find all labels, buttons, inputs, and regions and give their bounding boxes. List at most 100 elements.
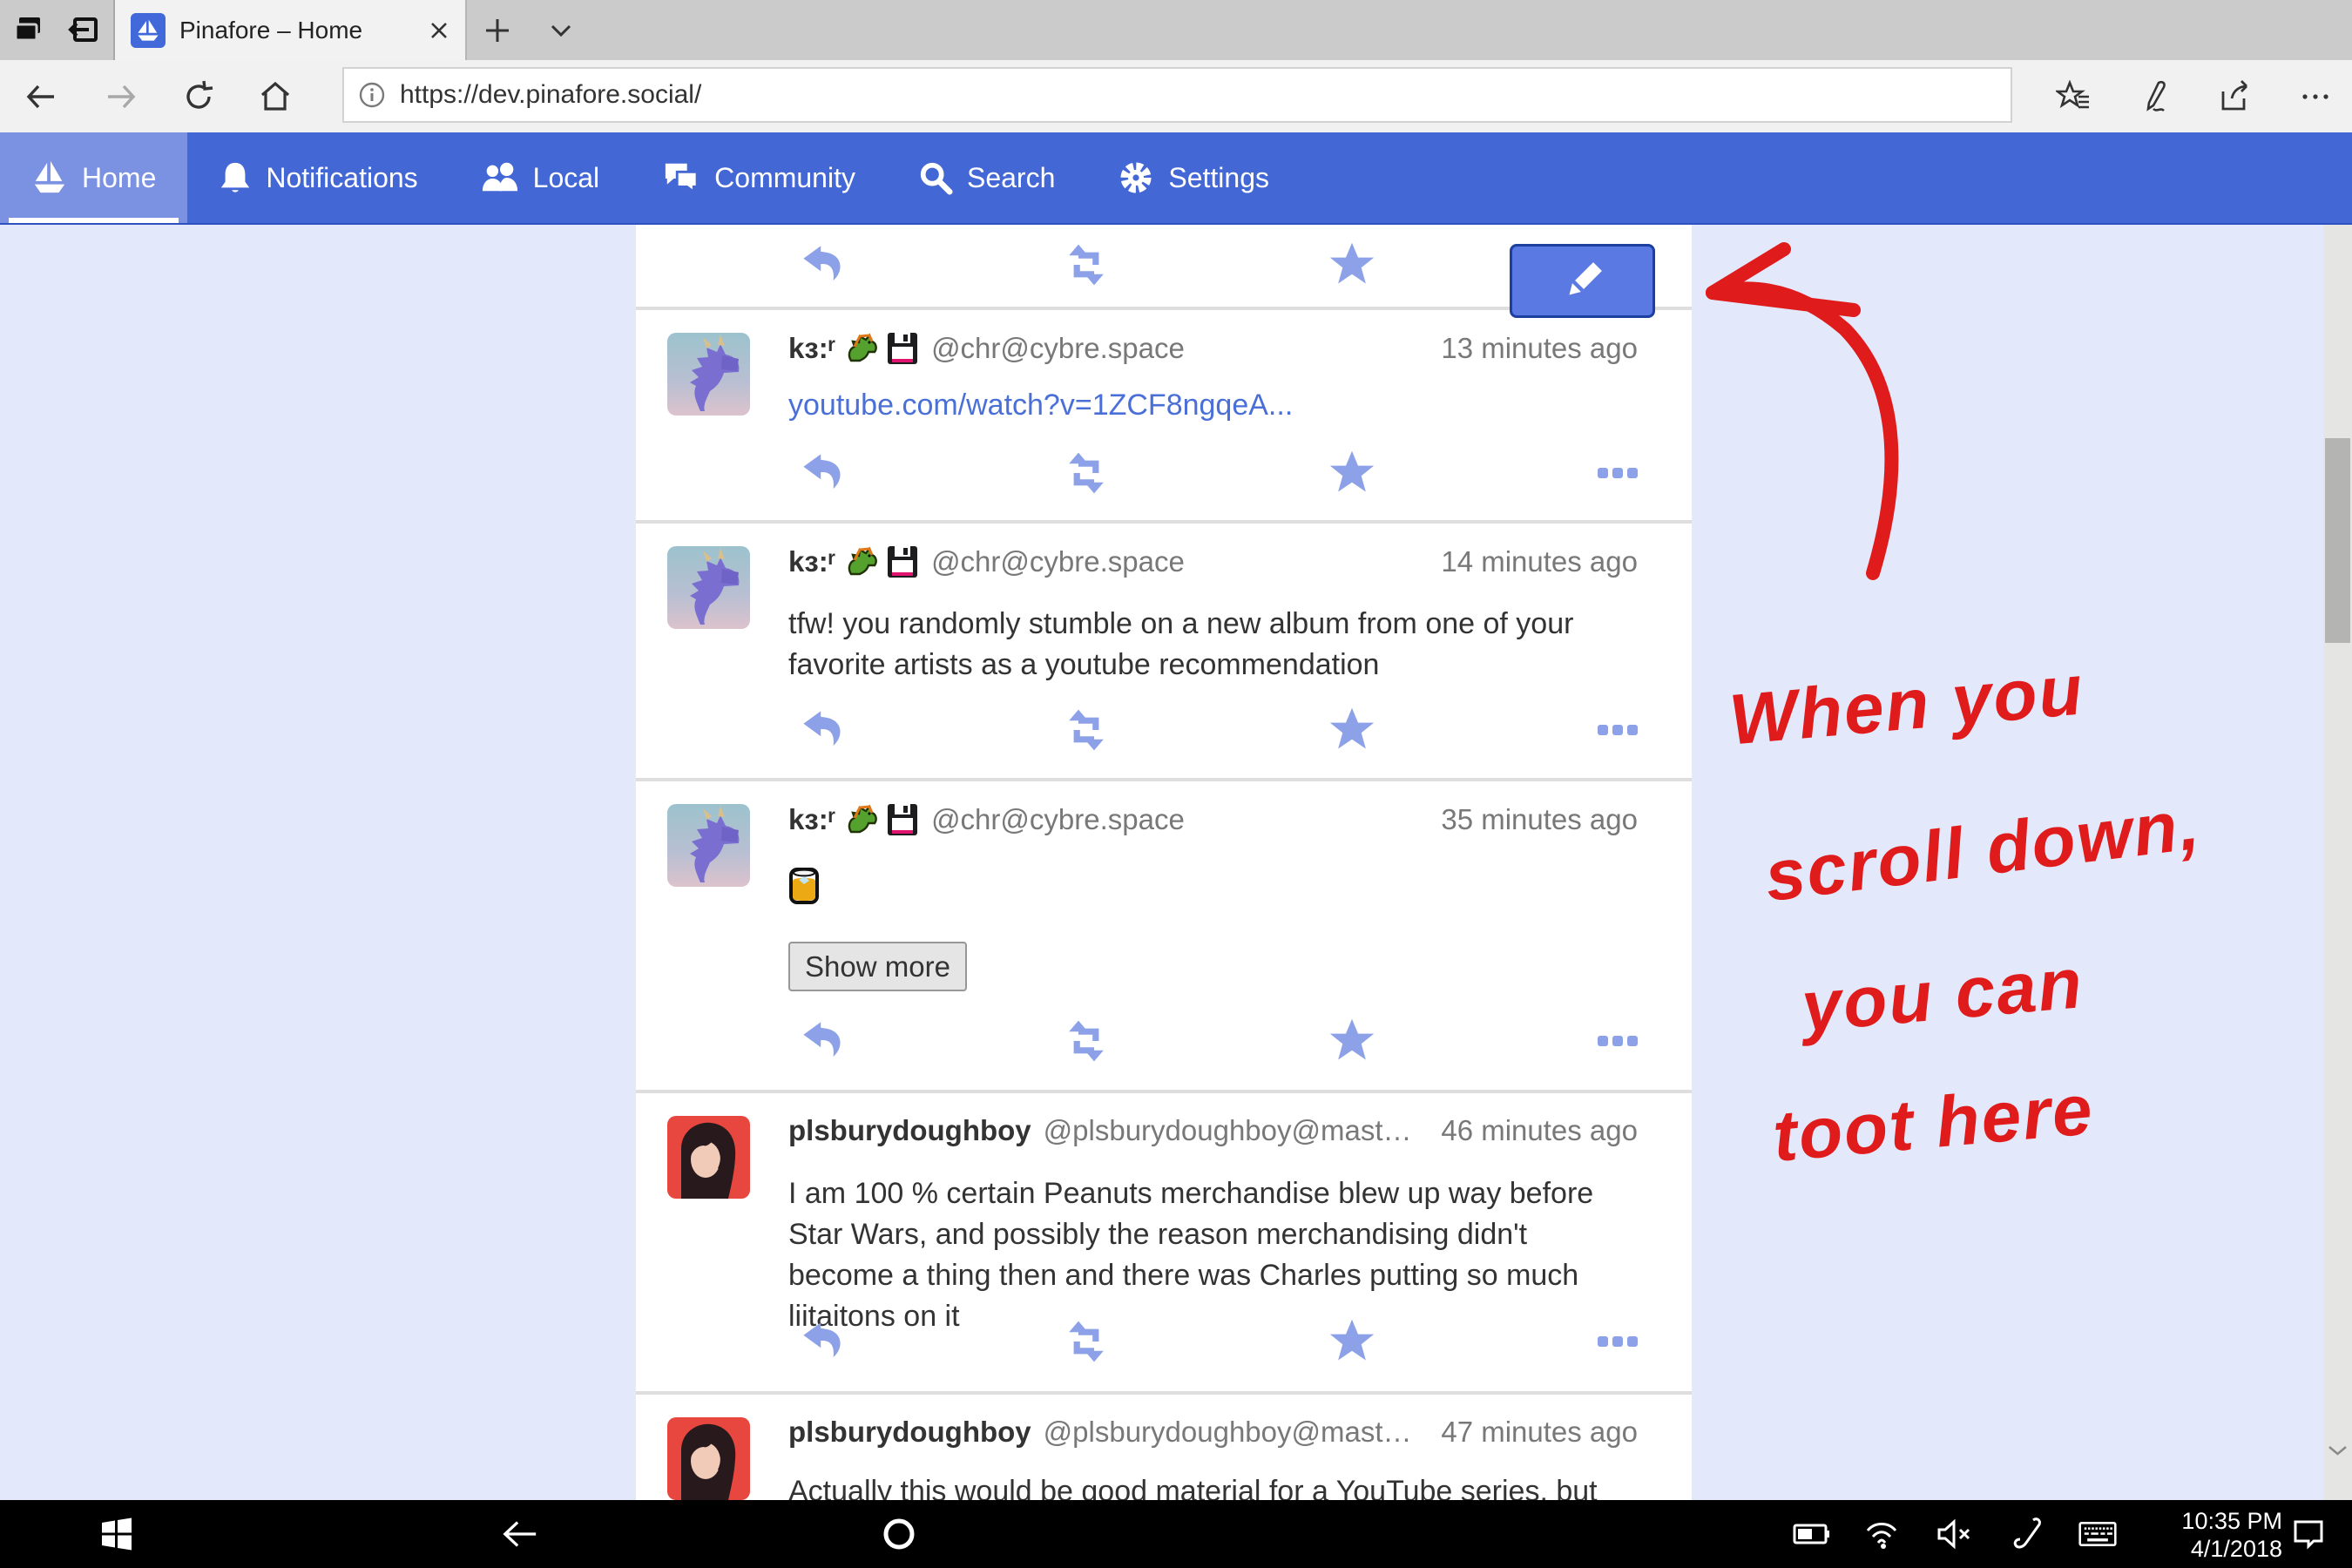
reply-button[interactable] [794, 1317, 850, 1366]
action-center-icon [2291, 1517, 2326, 1551]
display-name[interactable]: kɜ:ʳ [788, 545, 835, 578]
nav-item-search[interactable]: Search [887, 132, 1086, 223]
taskbar-clock[interactable]: 10:35 PM 4/1/2018 [2126, 1507, 2282, 1563]
avatar[interactable] [667, 1417, 750, 1500]
pinafore-favicon [131, 13, 166, 48]
volume-muted-tray-icon[interactable] [1936, 1515, 1974, 1553]
nav-item-settings[interactable]: Settings [1086, 132, 1301, 223]
avatar[interactable] [667, 333, 750, 416]
favorite-button[interactable] [1324, 1317, 1380, 1366]
action-center-button[interactable] [2289, 1515, 2328, 1553]
scrollbar-thumb[interactable] [2325, 438, 2350, 643]
back-button[interactable] [24, 79, 59, 114]
floppy-disk-emoji [886, 331, 919, 366]
favorite-button[interactable] [1324, 1017, 1380, 1065]
reply-button[interactable] [794, 449, 850, 497]
status-actions [636, 1017, 1692, 1065]
nav-label: Search [967, 162, 1055, 194]
forward-button[interactable] [103, 79, 138, 114]
display-name[interactable]: kɜ:ʳ [788, 332, 835, 365]
tab-list-chevron-icon[interactable] [545, 19, 577, 42]
boost-button[interactable] [1058, 1317, 1114, 1366]
status-partial-top [636, 225, 1692, 310]
nav-item-community[interactable]: Community [631, 132, 887, 223]
status-chr-35min: kɜ:ʳ @chr@cybre.space [636, 781, 1692, 1093]
status-actions [636, 449, 1692, 497]
boost-button[interactable] [1058, 706, 1114, 754]
site-info-icon[interactable] [358, 81, 386, 109]
nav-item-notifications[interactable]: Notifications [187, 132, 449, 223]
status-text: Actually this would be good material for… [788, 1471, 1638, 1500]
chat-bubbles-icon [662, 160, 700, 195]
tab-close-icon[interactable] [429, 20, 449, 41]
status-chr-14min: kɜ:ʳ @chr@cybre.space [636, 524, 1692, 781]
people-icon [481, 160, 519, 195]
avatar[interactable] [667, 1116, 750, 1199]
custom-emoji-row [844, 544, 919, 579]
tab-preview-button[interactable] [12, 12, 47, 47]
start-button[interactable] [98, 1515, 136, 1553]
windows-taskbar: 10:35 PM 4/1/2018 [0, 1500, 2352, 1568]
display-name[interactable]: plsburydoughboy [788, 1416, 1031, 1449]
battery-tray-icon[interactable] [1793, 1515, 1831, 1553]
tab-separator [465, 0, 467, 60]
floppy-disk-emoji [886, 544, 919, 579]
status-more-button[interactable] [1590, 706, 1646, 754]
home-timeline: kɜ:ʳ @chr@cybre.space [636, 225, 1692, 1500]
ink-text-line: toot here [1770, 1069, 2098, 1179]
display-name[interactable]: plsburydoughboy [788, 1114, 1031, 1147]
share-icon[interactable] [2218, 79, 2253, 114]
favorite-button[interactable] [1324, 240, 1380, 289]
dragon-emoji [844, 802, 879, 837]
pencil-icon [1560, 259, 1605, 304]
nav-item-local[interactable]: Local [449, 132, 632, 223]
avatar[interactable] [667, 804, 750, 887]
cortana-button[interactable] [880, 1515, 918, 1553]
status-more-button[interactable] [1590, 1017, 1646, 1065]
status-more-button[interactable] [1590, 449, 1646, 497]
more-menu-icon[interactable] [2298, 79, 2333, 114]
reply-button[interactable] [794, 706, 850, 754]
status-more-button[interactable] [1590, 1317, 1646, 1366]
home-button[interactable] [257, 79, 294, 114]
nav-label: Notifications [266, 162, 417, 194]
boost-button[interactable] [1058, 240, 1114, 289]
content-warning-emoji [788, 867, 1638, 905]
boost-button[interactable] [1058, 1017, 1114, 1065]
cortana-circle-icon [880, 1515, 918, 1553]
url-bar[interactable]: https://dev.pinafore.social/ [342, 67, 2012, 123]
account-handle: @plsburydoughboy@mastodon.s... [1044, 1114, 1424, 1147]
favorite-button[interactable] [1324, 449, 1380, 497]
reply-button[interactable] [794, 240, 850, 289]
nav-item-home[interactable]: Home [0, 132, 187, 223]
url-text: https://dev.pinafore.social/ [400, 80, 701, 110]
scrollbar-down-arrow[interactable] [2326, 1443, 2349, 1458]
taskbar-back-button[interactable] [501, 1515, 539, 1553]
set-tabs-aside-button[interactable] [66, 12, 101, 47]
favorites-hub-icon[interactable] [2056, 79, 2092, 114]
pen-tray-icon[interactable] [2009, 1515, 2047, 1553]
app-navbar: Home Notifications Local Community Searc… [0, 132, 2352, 225]
favorite-button[interactable] [1324, 706, 1380, 754]
glass-emoji [788, 867, 820, 905]
floppy-disk-emoji [886, 802, 919, 837]
stacked-tabs-icon [12, 12, 47, 47]
boost-button[interactable] [1058, 449, 1114, 497]
wifi-tray-icon[interactable] [1862, 1515, 1901, 1553]
reply-button[interactable] [794, 1017, 850, 1065]
display-name[interactable]: kɜ:ʳ [788, 803, 835, 836]
web-note-pen-icon[interactable] [2138, 79, 2173, 114]
scrollbar-track[interactable] [2323, 225, 2352, 1500]
active-underline [9, 218, 179, 223]
touch-keyboard-tray-icon[interactable] [2078, 1515, 2117, 1553]
new-tab-button[interactable] [481, 14, 514, 47]
clock-time: 10:35 PM [2126, 1507, 2282, 1535]
back-arrow-icon [501, 1517, 539, 1551]
status-link[interactable]: youtube.com/watch?v=1ZCF8ngqeA... [788, 389, 1293, 422]
timestamp: 35 minutes ago [1423, 803, 1638, 836]
show-more-button[interactable]: Show more [788, 942, 967, 991]
avatar[interactable] [667, 546, 750, 629]
browser-tab-pinafore[interactable]: Pinafore – Home [115, 0, 465, 60]
refresh-button[interactable] [181, 79, 216, 114]
compose-toot-button[interactable] [1510, 244, 1655, 318]
